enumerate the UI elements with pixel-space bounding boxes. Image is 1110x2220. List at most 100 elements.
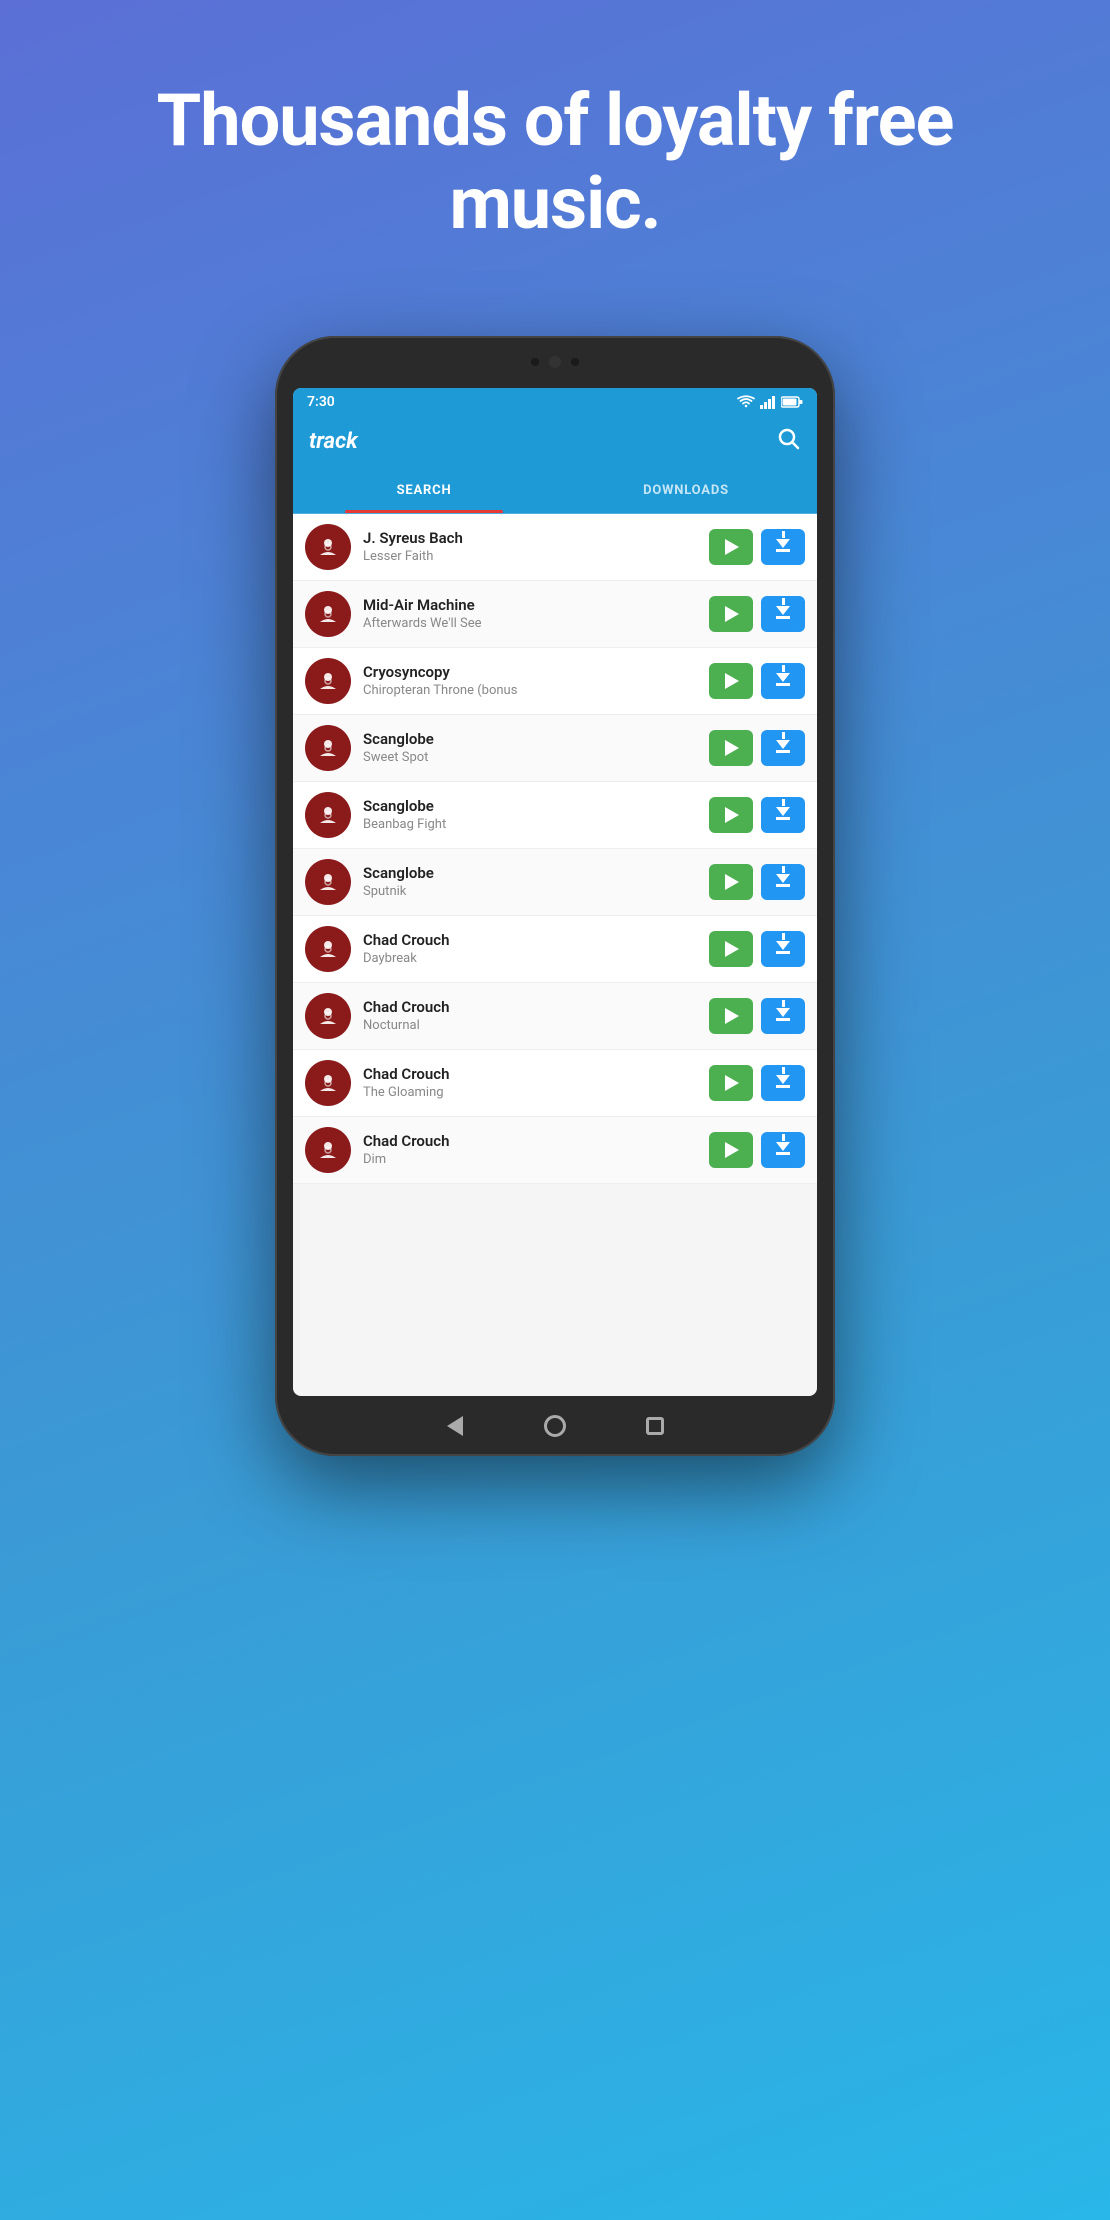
play-button[interactable]	[709, 797, 753, 833]
play-icon	[725, 941, 739, 957]
track-artist: Scanglobe	[363, 797, 697, 815]
list-item: Scanglobe Sweet Spot	[293, 715, 817, 782]
status-icons	[737, 395, 803, 409]
track-actions	[709, 1065, 805, 1101]
track-info: Chad Crouch The Gloaming	[363, 1065, 697, 1100]
track-title: Chiropteran Throne (bonus	[363, 683, 697, 698]
download-button[interactable]	[761, 1065, 805, 1101]
play-button[interactable]	[709, 730, 753, 766]
track-actions	[709, 1132, 805, 1168]
notch-dot-right	[571, 358, 579, 366]
play-button[interactable]	[709, 998, 753, 1034]
avatar	[305, 1127, 351, 1173]
hero-text: Thousands of loyalty free music.	[0, 80, 1110, 246]
battery-icon	[781, 396, 803, 408]
track-title: The Gloaming	[363, 1085, 697, 1100]
track-info: Cryosyncopy Chiropteran Throne (bonus	[363, 663, 697, 698]
tab-search[interactable]: SEARCH	[293, 468, 555, 513]
download-icon	[776, 541, 790, 552]
track-title: Lesser Faith	[363, 549, 697, 564]
track-info: Scanglobe Sputnik	[363, 864, 697, 899]
download-icon	[776, 943, 790, 954]
download-button[interactable]	[761, 596, 805, 632]
avatar	[305, 658, 351, 704]
track-artist: Scanglobe	[363, 864, 697, 882]
tab-downloads[interactable]: DOWNLOADS	[555, 468, 817, 513]
track-title: Sputnik	[363, 884, 697, 899]
list-item: Chad Crouch Daybreak	[293, 916, 817, 983]
search-icon[interactable]	[777, 427, 801, 457]
play-icon	[725, 874, 739, 890]
download-icon	[776, 1010, 790, 1021]
track-actions	[709, 730, 805, 766]
download-icon	[776, 1144, 790, 1155]
play-button[interactable]	[709, 1065, 753, 1101]
play-button[interactable]	[709, 864, 753, 900]
list-item: J. Syreus Bach Lesser Faith	[293, 514, 817, 581]
download-button[interactable]	[761, 730, 805, 766]
play-button[interactable]	[709, 596, 753, 632]
download-icon	[776, 608, 790, 619]
avatar	[305, 524, 351, 570]
status-time: 7:30	[307, 394, 335, 410]
download-button[interactable]	[761, 931, 805, 967]
phone-screen: 7:30	[293, 388, 817, 1396]
track-info: Scanglobe Beanbag Fight	[363, 797, 697, 832]
avatar	[305, 1060, 351, 1106]
play-icon	[725, 673, 739, 689]
tabs-bar: SEARCH DOWNLOADS	[293, 468, 817, 514]
list-item: Chad Crouch Nocturnal	[293, 983, 817, 1050]
track-title: Daybreak	[363, 951, 697, 966]
track-artist: Scanglobe	[363, 730, 697, 748]
download-button[interactable]	[761, 998, 805, 1034]
track-actions	[709, 864, 805, 900]
play-button[interactable]	[709, 663, 753, 699]
track-actions	[709, 797, 805, 833]
track-actions	[709, 529, 805, 565]
download-button[interactable]	[761, 529, 805, 565]
download-icon	[776, 876, 790, 887]
phone-mockup: 7:30	[275, 336, 835, 1456]
track-artist: Chad Crouch	[363, 1065, 697, 1083]
play-icon	[725, 807, 739, 823]
phone-notch	[465, 350, 645, 374]
play-button[interactable]	[709, 1132, 753, 1168]
play-icon	[725, 1008, 739, 1024]
play-icon	[725, 606, 739, 622]
play-icon	[725, 539, 739, 555]
play-icon	[725, 740, 739, 756]
notch-dot-left	[531, 358, 539, 366]
avatar	[305, 591, 351, 637]
play-button[interactable]	[709, 529, 753, 565]
list-item: Scanglobe Beanbag Fight	[293, 782, 817, 849]
play-button[interactable]	[709, 931, 753, 967]
download-button[interactable]	[761, 663, 805, 699]
home-button[interactable]	[541, 1412, 569, 1440]
track-info: Chad Crouch Daybreak	[363, 931, 697, 966]
play-icon	[725, 1142, 739, 1158]
list-item: Scanglobe Sputnik	[293, 849, 817, 916]
avatar	[305, 792, 351, 838]
track-actions	[709, 931, 805, 967]
download-button[interactable]	[761, 797, 805, 833]
wifi-icon	[737, 395, 755, 409]
download-button[interactable]	[761, 864, 805, 900]
recents-button[interactable]	[641, 1412, 669, 1440]
track-title: Beanbag Fight	[363, 817, 697, 832]
avatar	[305, 725, 351, 771]
avatar	[305, 993, 351, 1039]
back-icon	[447, 1416, 463, 1436]
track-artist: Chad Crouch	[363, 998, 697, 1016]
track-info: J. Syreus Bach Lesser Faith	[363, 529, 697, 564]
phone-bottom-nav	[405, 1410, 705, 1442]
download-icon	[776, 809, 790, 820]
back-button[interactable]	[441, 1412, 469, 1440]
track-artist: Mid-Air Machine	[363, 596, 697, 614]
track-artist: J. Syreus Bach	[363, 529, 697, 547]
track-actions	[709, 596, 805, 632]
app-header: track	[293, 416, 817, 468]
track-title: Sweet Spot	[363, 750, 697, 765]
download-button[interactable]	[761, 1132, 805, 1168]
download-icon	[776, 742, 790, 753]
avatar	[305, 859, 351, 905]
